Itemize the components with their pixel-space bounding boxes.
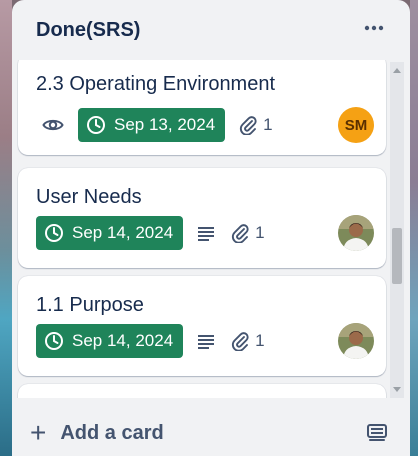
eye-icon — [42, 117, 64, 133]
card-purpose[interactable]: 1.1 Purpose Sep 14, 2024 1 — [18, 276, 386, 376]
paperclip-icon — [232, 332, 249, 351]
card-list: 2.3 Operating Environment Sep 13, 2024 1… — [12, 60, 410, 398]
due-date-badge[interactable]: Sep 14, 2024 — [36, 324, 184, 358]
more-horizontal-icon — [364, 25, 384, 31]
attachment-badge: 1 — [231, 331, 265, 351]
scroll-down-arrow[interactable] — [393, 387, 401, 392]
due-date-text: Sep 13, 2024 — [114, 115, 216, 134]
due-date-badge[interactable]: Sep 14, 2024 — [36, 216, 184, 250]
board-background-left — [0, 0, 12, 456]
attachment-count: 1 — [263, 115, 273, 134]
card-badges: Sep 13, 2024 1 — [36, 108, 273, 142]
paperclip-icon — [240, 116, 257, 135]
avatar[interactable]: SM — [338, 107, 374, 143]
plus-icon: + — [30, 417, 47, 448]
clock-icon — [45, 224, 63, 242]
attachment-count: 1 — [255, 223, 265, 242]
scroll-up-arrow[interactable] — [393, 68, 401, 73]
card-title: User Needs — [36, 186, 142, 208]
avatar[interactable] — [338, 323, 374, 359]
clock-icon — [45, 332, 63, 350]
card-badges: Sep 14, 2024 1 — [36, 216, 265, 250]
add-card-label: Add a card — [60, 421, 164, 444]
card-badges: Sep 14, 2024 1 — [36, 324, 265, 358]
attachment-badge: 1 — [239, 115, 273, 135]
scrollbar-thumb[interactable] — [392, 228, 402, 284]
avatar-photo — [338, 215, 374, 251]
card-partial[interactable] — [18, 384, 386, 398]
avatar[interactable] — [338, 215, 374, 251]
list-menu-button[interactable] — [358, 14, 390, 42]
avatar-photo — [338, 323, 374, 359]
attachment-count: 1 — [255, 331, 265, 350]
list-scrollbar[interactable] — [390, 62, 404, 398]
list-header[interactable]: Done(SRS) — [12, 0, 410, 60]
attachment-badge: 1 — [231, 223, 265, 243]
description-icon — [197, 225, 215, 241]
card-user-needs[interactable]: User Needs Sep 14, 2024 1 — [18, 168, 386, 268]
description-icon — [197, 333, 215, 349]
avatar-initials: SM — [344, 116, 368, 134]
card-template-button[interactable] — [364, 420, 390, 446]
due-date-text: Sep 14, 2024 — [72, 331, 174, 350]
card-title: 2.3 Operating Environment — [36, 73, 276, 95]
paperclip-icon — [232, 224, 249, 243]
list-done-srs: Done(SRS) 2.3 Operating Environment Sep … — [12, 0, 410, 456]
clock-icon — [87, 116, 105, 134]
card-title: 1.1 Purpose — [36, 294, 144, 316]
list-title[interactable]: Done(SRS) — [36, 19, 140, 42]
due-date-badge[interactable]: Sep 13, 2024 — [78, 108, 226, 142]
card-template-icon — [367, 424, 387, 441]
card-operating-environment[interactable]: 2.3 Operating Environment Sep 13, 2024 1… — [18, 60, 386, 155]
list-footer: + Add a card — [12, 408, 410, 456]
due-date-text: Sep 14, 2024 — [72, 223, 174, 242]
board-background-right — [410, 0, 418, 456]
add-card-button[interactable]: + Add a card — [30, 416, 164, 450]
